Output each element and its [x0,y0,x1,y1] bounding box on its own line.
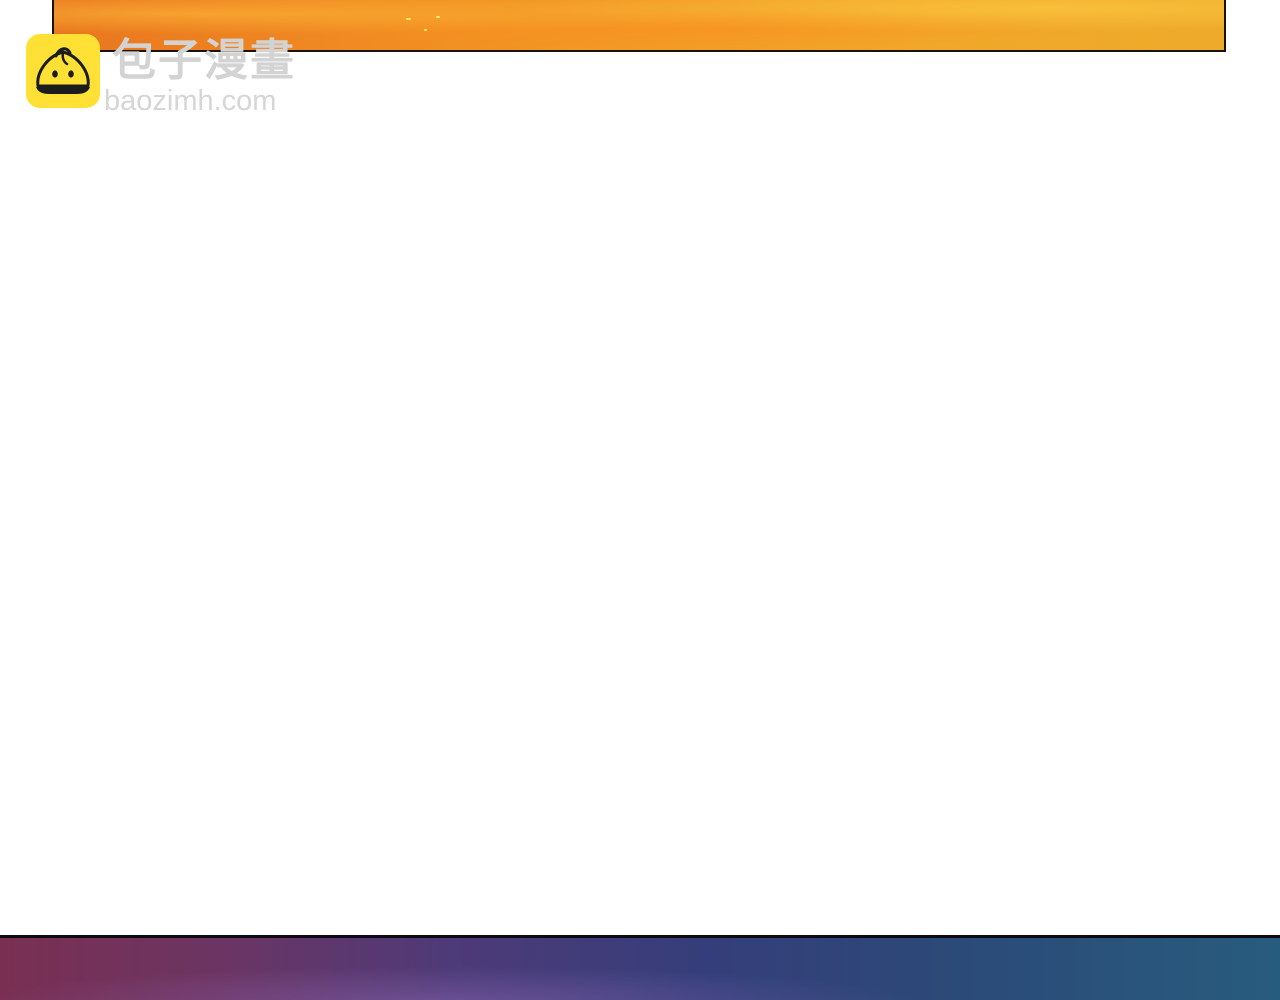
bottom-comic-panel [0,935,1280,1000]
watermark-url: baozimh.com [104,85,277,117]
bun-face-icon [26,34,100,108]
watermark-title: 包子漫畫 [112,35,296,86]
spark-decoration [406,18,411,20]
spark-decoration [436,16,440,18]
comic-page: 包子漫畫 baozimh.com [0,0,1280,1000]
spark-decoration [424,29,427,31]
bun-face-icon-graphic [36,47,90,94]
